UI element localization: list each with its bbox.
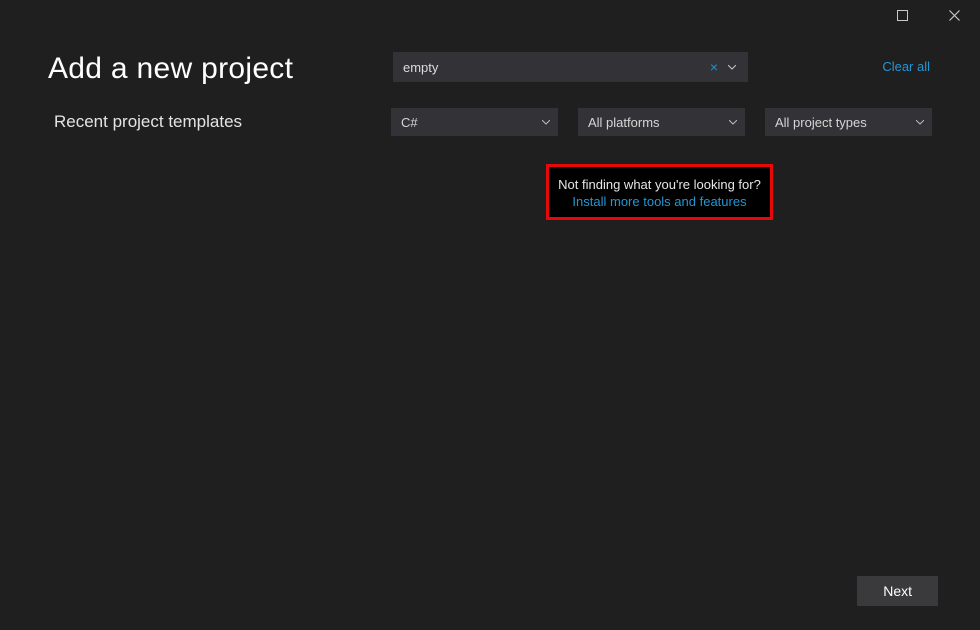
next-button[interactable]: Next — [857, 576, 938, 606]
language-filter[interactable]: C# — [391, 108, 558, 136]
chevron-down-icon — [916, 120, 924, 125]
clear-all-link[interactable]: Clear all — [882, 59, 930, 74]
project-type-filter-label: All project types — [775, 115, 916, 130]
project-type-filter[interactable]: All project types — [765, 108, 932, 136]
install-hint-panel: Not finding what you're looking for? Ins… — [546, 164, 773, 220]
install-tools-link[interactable]: Install more tools and features — [551, 194, 768, 209]
search-clear-icon[interactable]: × — [706, 59, 722, 75]
page-title: Add a new project — [48, 52, 393, 86]
install-hint-title: Not finding what you're looking for? — [551, 177, 768, 192]
chevron-down-icon[interactable] — [722, 65, 742, 70]
search-box[interactable]: empty × — [393, 52, 748, 82]
recent-templates-heading: Recent project templates — [48, 112, 391, 132]
language-filter-label: C# — [401, 115, 542, 130]
chevron-down-icon — [729, 120, 737, 125]
close-button[interactable] — [934, 0, 974, 30]
chevron-down-icon — [542, 120, 550, 125]
maximize-button[interactable] — [882, 0, 922, 30]
search-input-value: empty — [403, 60, 706, 75]
titlebar — [0, 0, 980, 30]
platform-filter[interactable]: All platforms — [578, 108, 745, 136]
platform-filter-label: All platforms — [588, 115, 729, 130]
